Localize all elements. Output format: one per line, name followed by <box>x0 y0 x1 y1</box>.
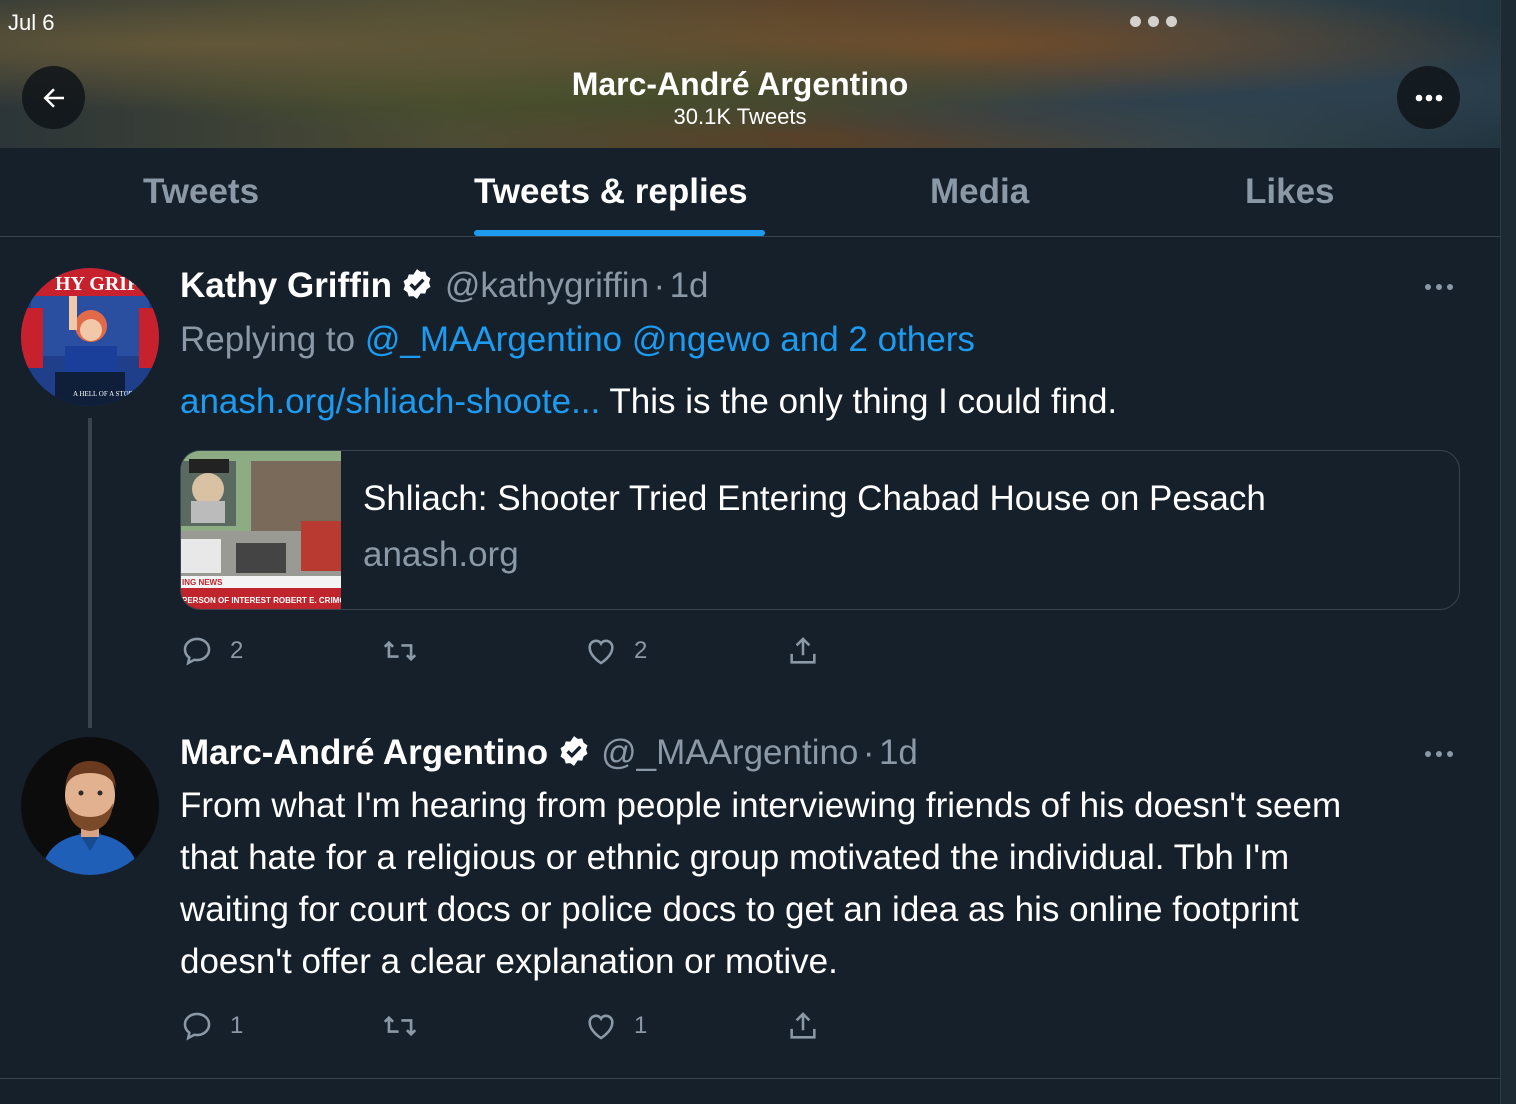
svg-text:HY GRIF: HY GRIF <box>55 273 139 295</box>
avatar-image <box>21 737 159 875</box>
tweet-more-button[interactable] <box>1425 284 1453 290</box>
tweet-body-line: doesn't offer a clear explanation or mot… <box>180 942 838 981</box>
heart-icon <box>588 639 614 665</box>
svg-text:PERSON OF INTEREST ROBERT E. C: PERSON OF INTEREST ROBERT E. CRIMO <box>182 596 341 605</box>
svg-text:ING NEWS: ING NEWS <box>182 578 223 587</box>
meta-separator: · <box>653 266 666 305</box>
retweet-icon <box>383 1015 417 1037</box>
active-tab-indicator <box>474 230 765 236</box>
reply-context: Replying to @_MAArgentino @ngewo and 2 o… <box>180 314 975 366</box>
tweet-count: 30.1K Tweets <box>673 104 807 129</box>
like-button[interactable]: 2 <box>584 634 647 668</box>
tweet-divider <box>0 1078 1500 1079</box>
verified-badge-icon <box>403 269 431 299</box>
tweet-header: Marc-André Argentino @_MAArgentino · 1d <box>180 733 918 773</box>
avatar-marc-andre-argentino[interactable] <box>21 737 159 875</box>
link-preview-title: Shliach: Shooter Tried Entering Chabad H… <box>363 479 1266 518</box>
profile-name-title: Marc-André Argentino <box>571 66 909 102</box>
tweet-header: Kathy Griffin @kathygriffin · 1d <box>180 266 709 306</box>
tweet-body: From what I'm hearing from people interv… <box>180 780 1341 988</box>
tweet-body-line: From what I'm hearing from people interv… <box>180 786 1342 825</box>
multitasking-dots-icon[interactable] <box>1130 16 1177 27</box>
like-count: 1 <box>634 1012 648 1039</box>
tab-likes[interactable]: Likes <box>1245 172 1335 212</box>
svg-text:A HELL OF A STORY: A HELL OF A STORY <box>73 390 138 398</box>
link-preview-domain: anash.org <box>363 535 519 574</box>
tab-tweets[interactable]: Tweets <box>143 172 259 212</box>
window-edge <box>1500 0 1516 1104</box>
author-name[interactable]: Kathy Griffin <box>180 266 392 305</box>
tweet-more-button[interactable] <box>1425 751 1453 757</box>
status-bar-date: Jul 6 <box>8 10 55 35</box>
reply-icon <box>183 1012 211 1041</box>
profile-more-button[interactable] <box>1397 66 1460 129</box>
like-count: 2 <box>634 637 648 664</box>
share-icon <box>790 637 816 664</box>
share-icon <box>790 1012 816 1039</box>
share-button[interactable] <box>786 1009 820 1043</box>
author-name[interactable]: Marc-André Argentino <box>180 733 548 772</box>
tweet-text: anash.org/shliach-shoote... This is the … <box>180 376 1117 428</box>
retweet-button[interactable] <box>382 634 434 668</box>
retweet-icon <box>383 640 417 662</box>
meta-separator: · <box>862 733 875 772</box>
link-preview-image: ING NEWS PERSON OF INTEREST ROBERT E. CR… <box>181 451 346 609</box>
avatar-image: HY GRIF A HELL OF A STORY <box>21 268 159 406</box>
avatar-kathy-griffin[interactable]: HY GRIF A HELL OF A STORY <box>21 268 159 406</box>
reply-button[interactable]: 2 <box>180 634 243 668</box>
replying-to-users-link[interactable]: @_MAArgentino @ngewo and 2 others <box>365 320 975 359</box>
share-button[interactable] <box>786 634 820 668</box>
author-handle[interactable]: @_MAArgentino <box>601 733 858 772</box>
tab-tweets-replies[interactable]: Tweets & replies <box>474 172 748 212</box>
reply-count: 2 <box>230 637 244 664</box>
reply-icon <box>183 637 211 666</box>
author-handle[interactable]: @kathygriffin <box>445 266 649 305</box>
heart-icon <box>588 1014 614 1040</box>
reply-button[interactable]: 1 <box>180 1009 243 1043</box>
tweet-body: This is the only thing I could find. <box>600 382 1118 421</box>
tab-media[interactable]: Media <box>930 172 1029 212</box>
thread-connector <box>88 418 92 728</box>
retweet-button[interactable] <box>382 1009 434 1043</box>
tweet-body-line: that hate for a religious or ethnic grou… <box>180 838 1290 877</box>
tweet-body-line: waiting for court docs or police docs to… <box>180 890 1299 929</box>
profile-tabs: Tweets Tweets & replies Media Likes <box>0 148 1500 237</box>
tweet-time[interactable]: 1d <box>879 733 918 772</box>
tweet-link[interactable]: anash.org/shliach-shoote... <box>180 382 600 421</box>
like-button[interactable]: 1 <box>584 1009 647 1043</box>
more-horizontal-icon <box>1415 94 1442 101</box>
reply-count: 1 <box>230 1012 244 1039</box>
link-preview-card[interactable]: ING NEWS PERSON OF INTEREST ROBERT E. CR… <box>180 450 1460 610</box>
verified-badge-icon <box>560 736 588 766</box>
replying-to-label: Replying to <box>180 320 365 359</box>
tweet-time[interactable]: 1d <box>670 266 709 305</box>
